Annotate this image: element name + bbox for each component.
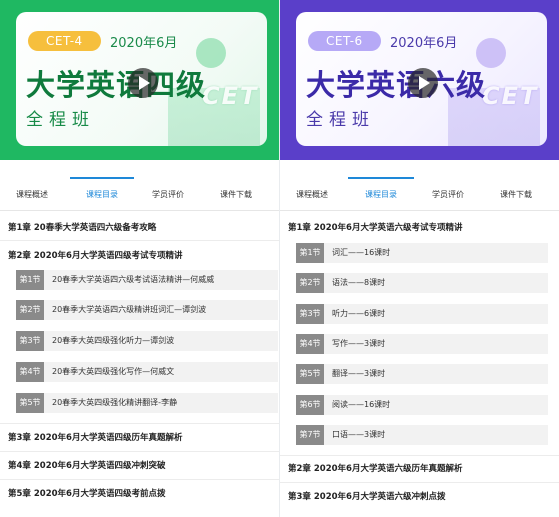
chapter-title: 第2章 2020年6月大学英语六级历年真题解析 <box>288 464 463 474</box>
banner-date: 2020年6月 <box>110 36 178 51</box>
tab-overview[interactable]: 课程概述 <box>288 180 336 209</box>
banner-title: 大学英语六级 <box>306 68 487 102</box>
tab-catalog[interactable]: 课程目录 <box>70 177 134 209</box>
chapter-title: 第5章 2020年6月大学英语四级考前点拨 <box>8 489 166 499</box>
lesson-badge: 第5节 <box>16 393 44 413</box>
cet4-banner[interactable]: CET CET-4 2020年6月 大学英语四级 全程班 <box>0 0 279 160</box>
course-tabs: 课程概述 课程目录 学员评价 课件下载 <box>280 177 559 211</box>
lesson-title: 20春季大学英语四六级精讲班词汇—谭剑波 <box>44 300 278 320</box>
tab-reviews[interactable]: 学员评价 <box>424 180 472 209</box>
lesson-title: 20春季大学英语四六级考试语法精讲—何威威 <box>44 270 278 290</box>
chapter-title: 第2章 2020年6月大学英语四级考试专项精讲 <box>8 251 183 261</box>
lesson-title: 词汇——16课时 <box>324 243 548 263</box>
lesson-badge: 第3节 <box>16 331 44 351</box>
banner-watermark: CET <box>202 82 259 110</box>
cet6-banner[interactable]: CET CET-6 2020年6月 大学英语六级 全程班 <box>280 0 559 160</box>
chapter-item[interactable]: 第2章 2020年6月大学英语六级历年真题解析 <box>280 462 559 474</box>
banner-watermark: CET <box>482 82 539 110</box>
tab-overview[interactable]: 课程概述 <box>8 180 56 209</box>
cet6-course-panel: CET CET-6 2020年6月 大学英语六级 全程班 课程概述 课程目录 学… <box>280 0 559 517</box>
cet4-course-panel: CET CET-4 2020年6月 大学英语四级 全程班 课程概述 课程目录 学… <box>0 0 279 517</box>
lesson-title: 20春季大英四级强化写作—何威文 <box>44 362 278 382</box>
lesson-title: 20春季大英四级强化听力—谭剑波 <box>44 331 278 351</box>
banner-subtitle: 全程班 <box>26 110 95 130</box>
divider <box>0 451 279 452</box>
lesson-badge: 第4节 <box>16 362 44 382</box>
divider <box>0 479 279 480</box>
lesson-badge: 第7节 <box>296 425 324 445</box>
divider <box>280 455 559 456</box>
chapter-item[interactable]: 第1章 20春季大学英语四六级备考攻略 <box>0 221 279 233</box>
lesson-badge: 第1节 <box>296 243 324 263</box>
chapter-item[interactable]: 第5章 2020年6月大学英语四级考前点拨 <box>0 487 279 499</box>
tab-downloads[interactable]: 课件下载 <box>492 180 540 209</box>
lesson-title: 语法——8课时 <box>324 273 548 293</box>
chapter-title: 第4章 2020年6月大学英语四级冲刺突破 <box>8 461 166 471</box>
lesson-title: 听力——6课时 <box>324 304 548 324</box>
divider <box>0 423 279 424</box>
chapter-title: 第1章 2020年6月大学英语六级考试专项精讲 <box>288 223 463 233</box>
chapter-item[interactable]: 第4章 2020年6月大学英语四级冲刺突破 <box>0 459 279 471</box>
lesson-badge: 第1节 <box>16 270 44 290</box>
lesson-title: 口语——3课时 <box>324 425 548 445</box>
chapter-item[interactable]: 第3章 2020年6月大学英语四级历年真题解析 <box>0 431 279 443</box>
chapter-item[interactable]: 第2章 2020年6月大学英语四级考试专项精讲 <box>0 249 279 261</box>
tab-downloads[interactable]: 课件下载 <box>212 180 260 209</box>
chapter-item[interactable]: 第3章 2020年6月大学英语六级冲刺点拨 <box>280 490 559 502</box>
cet4-banner-card: CET CET-4 2020年6月 大学英语四级 全程班 <box>16 12 267 146</box>
course-tabs: 课程概述 课程目录 学员评价 课件下载 <box>0 177 279 211</box>
level-pill: CET-6 <box>308 31 381 51</box>
lesson-badge: 第4节 <box>296 334 324 354</box>
lesson-badge: 第2节 <box>16 300 44 320</box>
chapter-title: 第1章 20春季大学英语四六级备考攻略 <box>8 223 157 233</box>
banner-subtitle: 全程班 <box>306 110 375 130</box>
lesson-title: 20春季大英四级强化精讲翻译-李静 <box>44 393 278 413</box>
lesson-title: 写作——3课时 <box>324 334 548 354</box>
chapter-title: 第3章 2020年6月大学英语四级历年真题解析 <box>8 433 183 443</box>
divider <box>280 482 559 483</box>
chapter-title: 第3章 2020年6月大学英语六级冲刺点拨 <box>288 492 446 502</box>
level-pill: CET-4 <box>28 31 101 51</box>
divider <box>0 240 279 241</box>
lesson-badge: 第2节 <box>296 273 324 293</box>
chapter-item[interactable]: 第1章 2020年6月大学英语六级考试专项精讲 <box>280 221 559 233</box>
banner-date: 2020年6月 <box>390 36 458 51</box>
lesson-badge: 第5节 <box>296 364 324 384</box>
lesson-title: 阅读——16课时 <box>324 395 548 415</box>
lesson-title: 翻译——3课时 <box>324 364 548 384</box>
tab-reviews[interactable]: 学员评价 <box>144 180 192 209</box>
lesson-badge: 第3节 <box>296 304 324 324</box>
lesson-badge: 第6节 <box>296 395 324 415</box>
cet6-banner-card: CET CET-6 2020年6月 大学英语六级 全程班 <box>296 12 547 146</box>
banner-title: 大学英语四级 <box>26 68 207 102</box>
tab-catalog[interactable]: 课程目录 <box>348 177 414 209</box>
play-video-icon[interactable] <box>408 68 438 98</box>
play-video-icon[interactable] <box>128 68 158 98</box>
